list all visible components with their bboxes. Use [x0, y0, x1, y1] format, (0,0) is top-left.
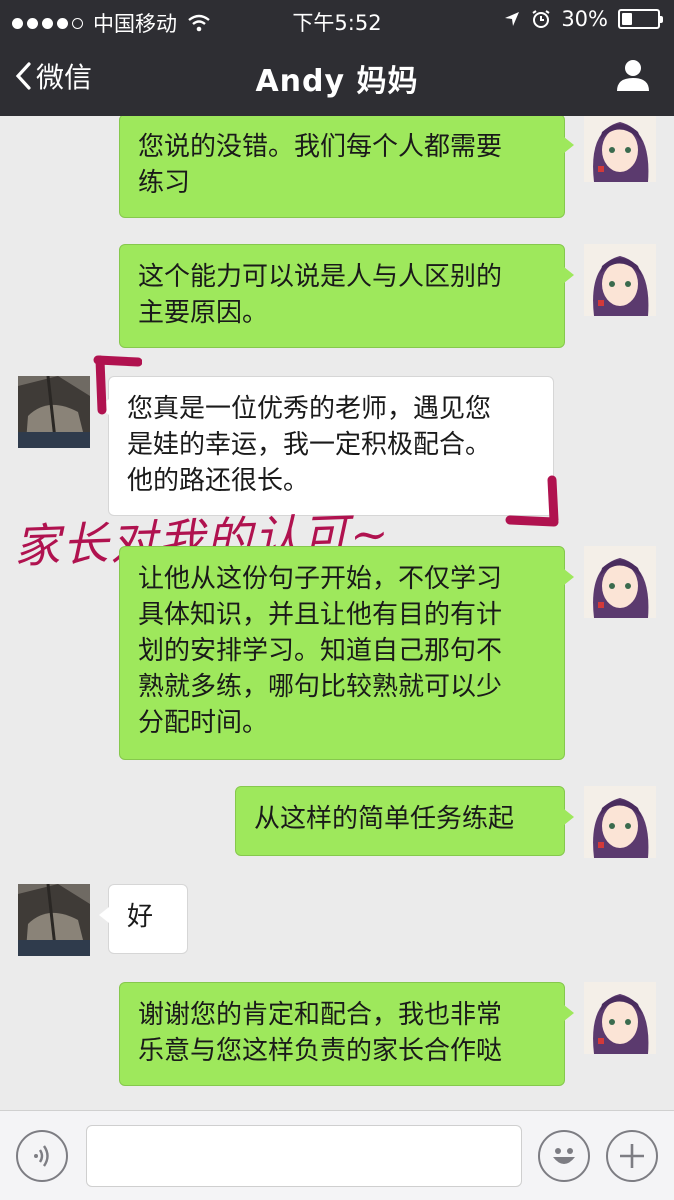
nav-bar: 微信 Andy 妈妈	[0, 40, 674, 116]
message-bubble-outgoing[interactable]: 让他从这份句子开始，不仅学习 具体知识，并且让他有目的有计 划的安排学习。知道自…	[119, 546, 574, 760]
avatar-self[interactable]	[584, 982, 656, 1054]
message-bubble-incoming[interactable]: 您真是一位优秀的老师，遇见您 是娃的幸运，我一定积极配合。 他的路还很长。	[99, 376, 554, 516]
message-text: 好	[127, 902, 154, 932]
plus-button[interactable]	[606, 1130, 658, 1182]
profile-button[interactable]	[616, 58, 650, 96]
battery-icon	[618, 9, 663, 29]
avatar-contact[interactable]	[18, 376, 90, 448]
emoji-button[interactable]	[538, 1130, 590, 1182]
message-bubble-outgoing[interactable]: 谢谢您的肯定和配合，我也非常 乐意与您这样负责的家长合作哒	[119, 982, 574, 1086]
message-text: 从这样的简单任务练起	[254, 804, 515, 834]
message-text: 您真是一位优秀的老师，遇见您 是娃的幸运，我一定积极配合。 他的路还很长。	[127, 394, 492, 496]
battery-percent: 30%	[561, 7, 608, 31]
message-bubble-outgoing[interactable]: 从这样的简单任务练起	[235, 786, 574, 856]
avatar-contact[interactable]	[18, 884, 90, 956]
plus-icon	[620, 1144, 644, 1168]
voice-button[interactable]	[16, 1130, 68, 1182]
voice-icon	[34, 1145, 49, 1167]
avatar-self[interactable]	[584, 546, 656, 618]
message-text: 您说的没错。我们每个人都需要 练习	[138, 132, 503, 198]
message-text: 这个能力可以说是人与人区别的 主要原因。	[138, 262, 503, 328]
message-input[interactable]	[86, 1125, 522, 1187]
location-arrow-icon	[505, 12, 520, 26]
chat-title: Andy 妈妈	[255, 64, 419, 99]
avatar-self[interactable]	[584, 244, 656, 316]
message-bubble-outgoing[interactable]: 您说的没错。我们每个人都需要 练习	[119, 116, 574, 218]
message-bubble-outgoing[interactable]: 这个能力可以说是人与人区别的 主要原因。	[119, 244, 574, 348]
chat-area[interactable]: 您说的没错。我们每个人都需要 练习 这个能力可以说是人与人区别的 主要原因。 您…	[0, 116, 674, 1110]
message-text: 谢谢您的肯定和配合，我也非常 乐意与您这样负责的家长合作哒	[138, 1000, 503, 1066]
message-bubble-incoming[interactable]: 好	[99, 884, 188, 954]
status-bar: 中国移动 下午5:52 30%	[0, 0, 674, 40]
alarm-clock-icon	[532, 10, 550, 28]
input-bar	[0, 1110, 674, 1200]
annotation-bracket-bottom	[505, 475, 559, 527]
avatar-self[interactable]	[584, 786, 656, 858]
avatar-self[interactable]	[584, 116, 656, 182]
annotation-bracket-top	[93, 355, 142, 415]
emoji-icon	[553, 1148, 575, 1164]
person-icon	[617, 60, 649, 91]
message-text: 让他从这份句子开始，不仅学习 具体知识，并且让他有目的有计 划的安排学习。知道自…	[138, 564, 503, 738]
top-bar: 中国移动 下午5:52 30% 微信 Andy 妈妈	[0, 0, 674, 116]
